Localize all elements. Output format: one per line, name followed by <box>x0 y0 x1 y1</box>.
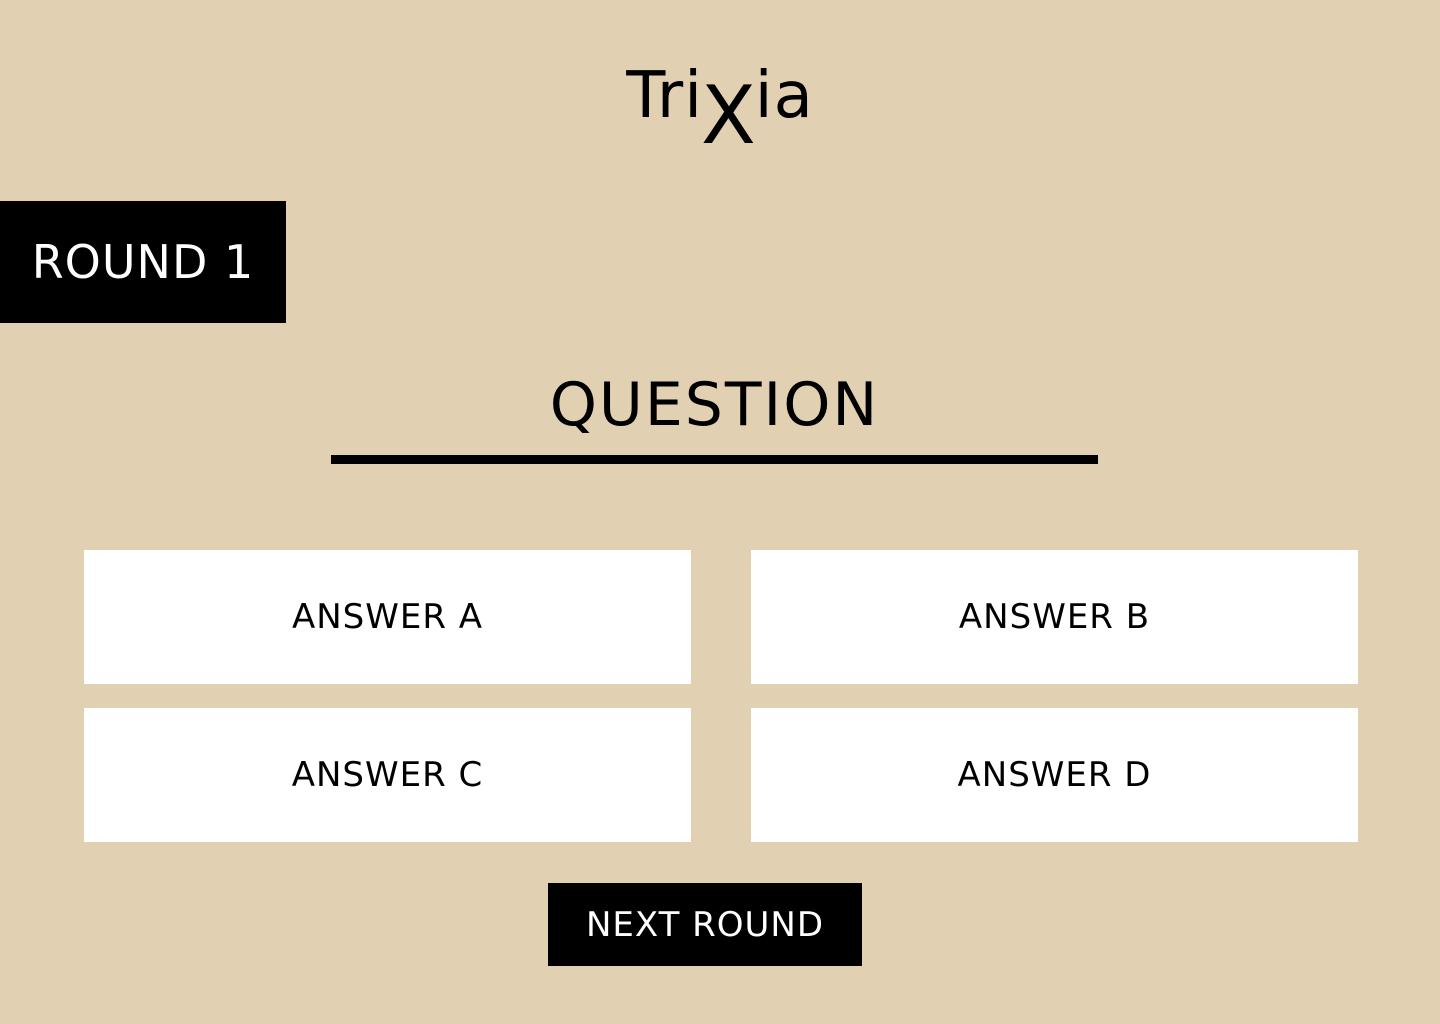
logo-prefix: Tri <box>626 59 703 133</box>
answer-c-label: ANSWER C <box>291 755 484 795</box>
answer-a-label: ANSWER A <box>291 597 484 637</box>
logo-x: X <box>700 69 757 162</box>
round-label: ROUND 1 <box>31 235 255 289</box>
answer-b-button[interactable]: ANSWER B <box>751 550 1358 684</box>
question-title: QUESTION <box>331 360 1098 450</box>
next-round-label: NEXT ROUND <box>585 904 825 945</box>
answer-d-label: ANSWER D <box>957 755 1152 795</box>
next-round-button[interactable]: NEXT ROUND <box>548 883 862 966</box>
logo-suffix: ia <box>754 59 814 133</box>
question-underline <box>331 455 1098 464</box>
answer-b-label: ANSWER B <box>958 597 1151 637</box>
question-text: QUESTION <box>549 370 880 440</box>
app-logo: Tri Xia <box>0 60 1440 160</box>
answer-a-button[interactable]: ANSWER A <box>84 550 691 684</box>
round-badge: ROUND 1 <box>0 201 286 323</box>
answer-d-button[interactable]: ANSWER D <box>751 708 1358 842</box>
answer-c-button[interactable]: ANSWER C <box>84 708 691 842</box>
